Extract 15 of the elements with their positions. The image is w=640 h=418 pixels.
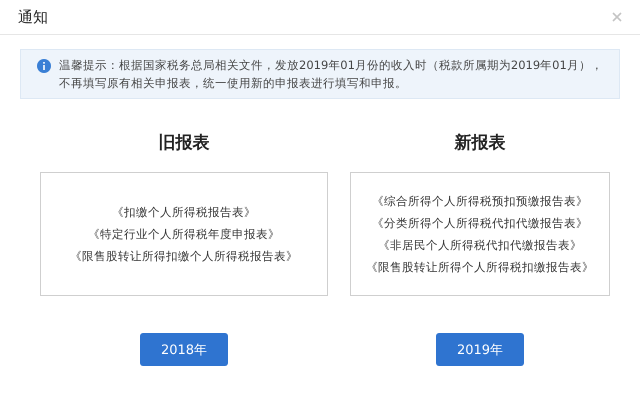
form-name: 《特定行业个人所得税年度申报表》 xyxy=(88,226,280,242)
year-button[interactable]: 2018年 xyxy=(140,333,228,366)
close-icon[interactable] xyxy=(612,12,622,22)
notice-text: 温馨提示：根据国家税务总局相关文件，发放2019年01月份的收入时（税款所属期为2019年01月），不再填写原有相关申报表，统一使用新的申报表进行填写和申报。 xyxy=(59,57,604,92)
form-name: 《综合所得个人所得税预扣预缴报告表》 xyxy=(372,194,588,208)
window-title: 通知 xyxy=(18,8,48,26)
column-heading: 旧报表 xyxy=(158,132,210,154)
form-name: 《限售股转让所得个人所得税扣缴报告表》 xyxy=(366,260,594,274)
form-name: 《扣缴个人所得税报告表》 xyxy=(112,204,256,220)
form-name: 《分类所得个人所得税代扣代缴报告表》 xyxy=(372,216,588,230)
form-name: 《限售股转让所得扣缴个人所得税报告表》 xyxy=(70,248,298,264)
column-heading: 新报表 xyxy=(454,132,506,154)
form-name: 《非居民个人所得税代扣代缴报告表》 xyxy=(378,238,582,252)
info-icon xyxy=(37,59,51,73)
year-button[interactable]: 2019年 xyxy=(436,333,524,366)
